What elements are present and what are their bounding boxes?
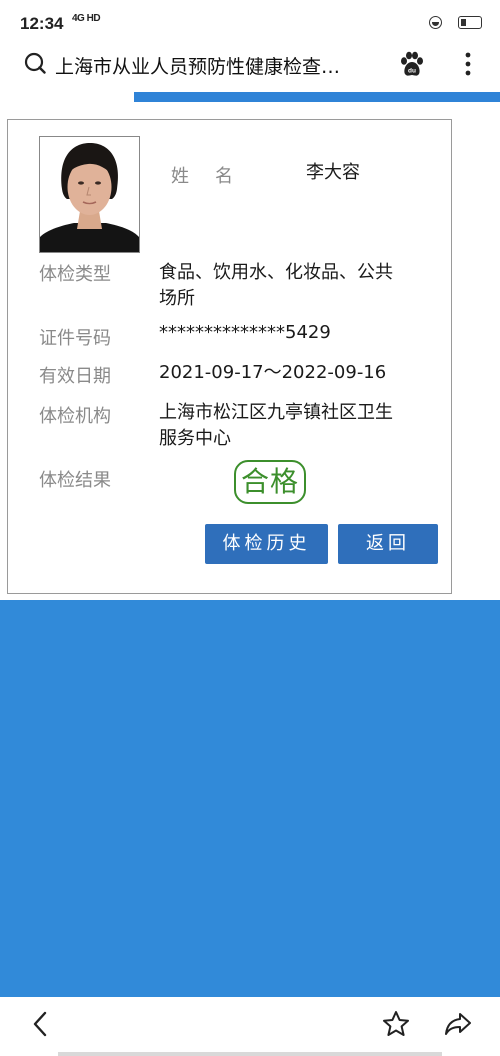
exam-type-value: 食品、饮用水、化妆品、公共 场所 [159, 260, 429, 312]
exam-type-label: 体检类型 [39, 264, 111, 285]
alarm-icon [429, 16, 442, 29]
svg-text:du: du [408, 68, 416, 75]
validity-label: 有效日期 [39, 366, 111, 387]
browser-bottom-bar [0, 997, 500, 1056]
history-button[interactable]: 体检历史 [205, 524, 328, 564]
page-background-blue [0, 600, 500, 997]
name-label: 姓名 [171, 166, 259, 187]
organization-value: 上海市松江区九亭镇社区卫生 服务中心 [159, 400, 429, 452]
home-indicator [58, 1052, 442, 1056]
organization-value-line: 服务中心 [159, 428, 231, 449]
status-bar: 12:34 4G HD [0, 0, 500, 44]
baidu-paw-icon[interactable]: du [398, 50, 426, 78]
organization-value-line: 上海市松江区九亭镇社区卫生 [159, 402, 393, 423]
person-photo [39, 136, 140, 253]
search-icon[interactable] [24, 52, 46, 74]
id-label: 证件号码 [39, 328, 111, 349]
validity-value: 2021-09-17～2022-09-16 [159, 362, 387, 383]
chevron-left-icon[interactable] [26, 1009, 56, 1039]
status-icons [412, 15, 482, 31]
exam-type-value-line: 食品、饮用水、化妆品、公共 [159, 262, 393, 283]
id-value: **************5429 [159, 322, 331, 343]
back-button[interactable]: 返回 [338, 524, 438, 564]
more-vertical-icon[interactable] [458, 50, 478, 78]
health-check-card: 姓名 李大容 体检类型 食品、饮用水、化妆品、公共 场所 证件号码 ******… [7, 119, 452, 594]
header-decoration-strip [134, 92, 500, 102]
organization-label: 体检机构 [39, 406, 111, 427]
network-indicator: 4G HD [72, 13, 101, 24]
battery-icon [458, 16, 482, 29]
share-icon[interactable] [443, 1009, 473, 1039]
name-value: 李大容 [306, 162, 360, 183]
status-time: 12:34 [20, 14, 64, 33]
result-label: 体检结果 [39, 470, 111, 491]
browser-toolbar: 上海市从业人员预防性健康检查… du [0, 44, 500, 88]
star-icon[interactable] [381, 1009, 411, 1039]
result-pass-stamp: 合格 [234, 460, 306, 504]
exam-type-value-line: 场所 [159, 288, 195, 309]
page-title[interactable]: 上海市从业人员预防性健康检查… [55, 52, 380, 79]
